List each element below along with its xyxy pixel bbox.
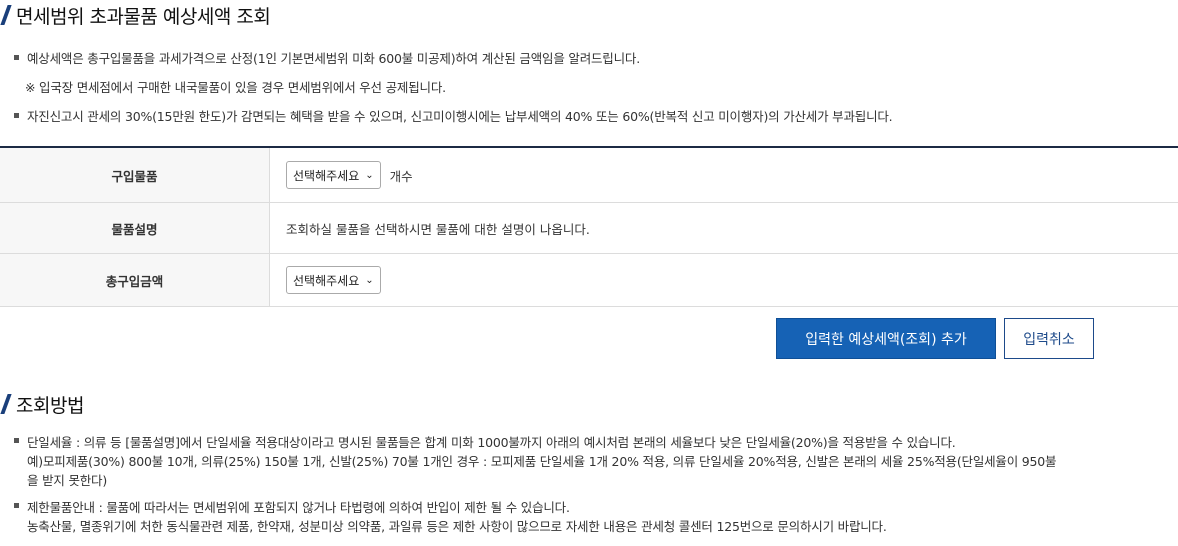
chevron-down-icon: ⌄ xyxy=(365,274,374,286)
item-label: 구입물품 xyxy=(0,148,270,202)
form-row-description: 물품설명 조회하실 물품을 선택하시면 물품에 대한 설명이 나옵니다. xyxy=(0,203,1178,254)
quantity-unit-label: 개수 xyxy=(389,168,413,184)
method-list: 단일세율 : 의류 등 [물품설명]에서 단일세율 적용대상이라고 명시된 물품… xyxy=(12,433,1172,544)
amount-field: 선택해주세요 ⌄ xyxy=(270,254,1178,306)
square-bullet-icon xyxy=(14,438,19,443)
notice-item: 자진신고시 관세의 30%(15만원 한도)가 감면되는 혜택을 받을 수 있으… xyxy=(12,101,1172,130)
square-bullet-icon xyxy=(14,113,19,118)
amount-select[interactable]: 선택해주세요 ⌄ xyxy=(286,266,381,294)
description-text: 조회하실 물품을 선택하시면 물품에 대한 설명이 나옵니다. xyxy=(286,221,590,237)
section-title-text: 조회방법 xyxy=(16,394,84,417)
notice-item: ※ 입국장 면세점에서 구매한 내국물품이 있을 경우 면세범위에서 우선 공제… xyxy=(25,80,446,95)
notice-item: 예상세액은 총구입물품을 과세가격으로 산정(1인 기본면세범위 미화 600불… xyxy=(12,43,1172,72)
method-item: 단일세율 : 의류 등 [물품설명]에서 단일세율 적용대상이라고 명시된 물품… xyxy=(12,433,1172,490)
heading-accent-icon xyxy=(0,394,12,414)
amount-label: 총구입금액 xyxy=(0,254,270,306)
method-item: 제한물품안내 : 물품에 따라서는 면세범위에 포함되지 않거나 타법령에 의하… xyxy=(12,498,1172,536)
description-label: 물품설명 xyxy=(0,203,270,253)
form-row-amount: 총구입금액 선택해주세요 ⌄ xyxy=(0,254,1178,307)
page-title: 면세범위 초과물품 예상세액 조회 xyxy=(0,2,271,28)
square-bullet-icon xyxy=(14,503,19,508)
chevron-down-icon: ⌄ xyxy=(365,169,374,181)
notice-list: 예상세액은 총구입물품을 과세가격으로 산정(1인 기본면세범위 미화 600불… xyxy=(12,43,1172,130)
item-select[interactable]: 선택해주세요 ⌄ xyxy=(286,161,381,189)
add-estimate-button[interactable]: 입력한 예상세액(조회) 추가 xyxy=(776,318,996,359)
estimate-form: 구입물품 선택해주세요 ⌄ 개수 물품설명 조회하실 물품을 선택하시면 물품에… xyxy=(0,146,1178,307)
square-bullet-icon xyxy=(14,55,19,60)
form-row-item: 구입물품 선택해주세요 ⌄ 개수 xyxy=(0,148,1178,203)
item-field: 선택해주세요 ⌄ 개수 xyxy=(270,148,1178,202)
page-title-text: 면세범위 초과물품 예상세액 조회 xyxy=(16,5,271,28)
section-title: 조회방법 xyxy=(0,390,84,418)
cancel-input-button[interactable]: 입력취소 xyxy=(1004,318,1094,359)
heading-accent-icon xyxy=(0,5,12,25)
